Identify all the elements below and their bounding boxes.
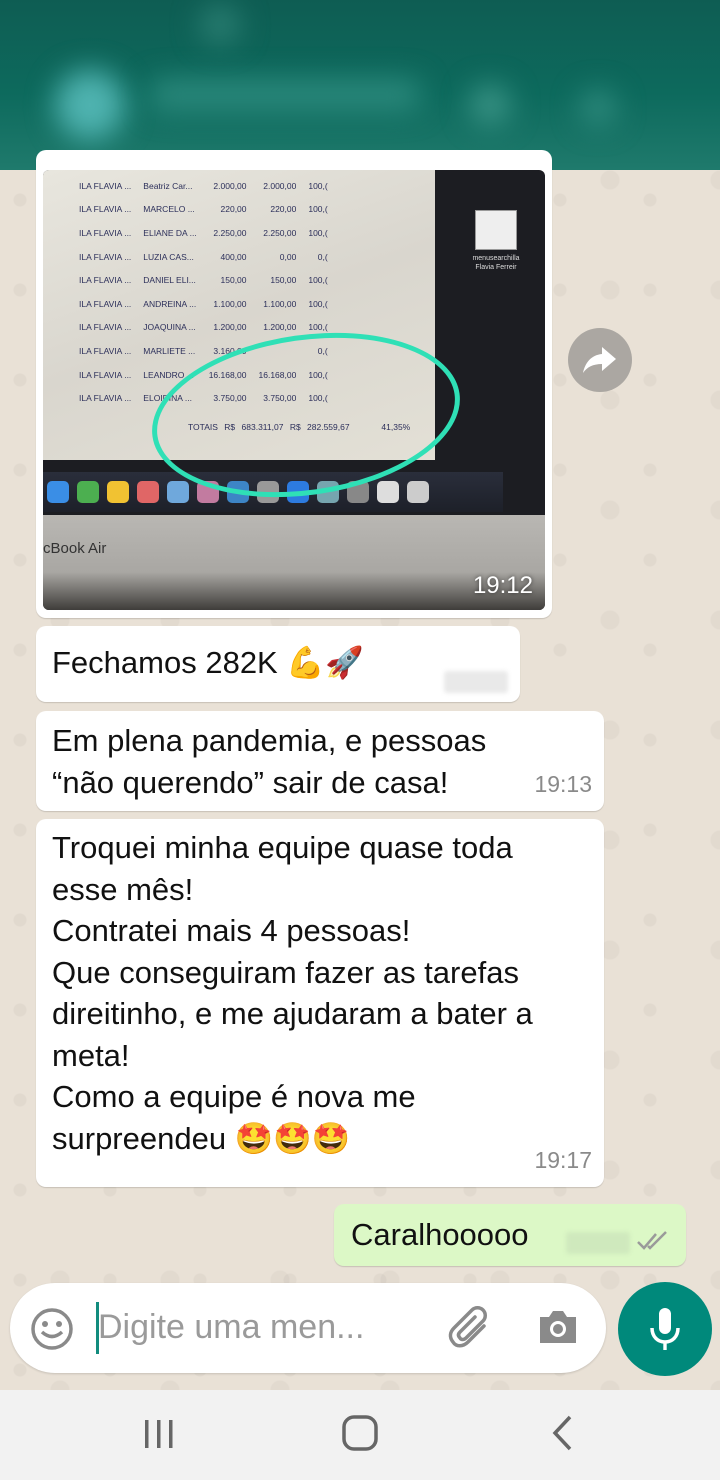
message-line: Troquei minha equipe quase toda (52, 830, 513, 865)
spreadsheet-cell: ELIANE DA ... (143, 227, 197, 238)
message-time: 19:12 (472, 572, 533, 599)
message-line: esse mês! (52, 871, 194, 907)
home-icon[interactable] (341, 1414, 379, 1452)
message-line: Como a equipe é nova me (52, 1079, 416, 1114)
spreadsheet-row: ILA FLAVIA ... LUZIA CAS... 400,00 0,00 0,( (73, 245, 334, 269)
spreadsheet-row: ILA FLAVIA ... ELIANE DA ... 2.250,00 2.250… (73, 221, 334, 245)
spreadsheet-cell: 100,( (308, 180, 328, 191)
message-time: 19:13 (534, 770, 592, 797)
spreadsheet-row: ILA FLAVIA ... ANDREINA ... 1.100,00 1.100,… (73, 292, 334, 316)
spreadsheet-cell: 1.200,00 (213, 322, 247, 333)
spreadsheet-cell: 1.100,00 (213, 298, 247, 309)
video-call-icon[interactable] (470, 85, 510, 125)
message-line: surpreendeu 🤩🤩🤩 (52, 1120, 351, 1156)
spreadsheet-cell: ILA FLAVIA ... (79, 393, 132, 404)
spreadsheet-cell: MARLIETE ... (143, 345, 196, 356)
spreadsheet-cell: 0,( (317, 251, 328, 262)
spreadsheet-cell: LUZIA CAS... (143, 251, 194, 262)
image-message[interactable]: ILA FLAVIA ... Beatriz Car... 2.000,00 2.00… (36, 150, 552, 618)
spreadsheet-cell: 100,( (308, 298, 328, 309)
spreadsheet-cell: ILA FLAVIA ... (79, 227, 132, 238)
recents-icon[interactable] (142, 1417, 176, 1451)
message-time: 19:17 (534, 1146, 592, 1173)
spreadsheet-cell: ILA FLAVIA ... (79, 298, 132, 309)
desktop-file-label: menusearchilla Flavia Ferreir (472, 255, 520, 271)
spreadsheet-cell: MARCELO ... (143, 204, 195, 215)
message-line: meta! (52, 1037, 130, 1073)
message-bubble[interactable]: Em plena pandemia, e pessoas “não queren… (36, 711, 604, 811)
message-bubble[interactable]: Troquei minha equipe quase toda esse mês… (36, 819, 604, 1187)
spreadsheet-cell: ILA FLAVIA ... (79, 322, 132, 333)
desktop-file-icon (475, 210, 517, 250)
message-text: Fechamos 282K 💪🚀 (52, 645, 364, 680)
system-navigation-bar (0, 1390, 720, 1480)
spreadsheet-photo[interactable]: ILA FLAVIA ... Beatriz Car... 2.000,00 2.00… (43, 170, 545, 610)
spreadsheet-row: ILA FLAVIA ... DANIEL ELI... 150,00 150,00 1… (73, 268, 334, 292)
message-bubble[interactable]: Fechamos 282K 💪🚀 (36, 626, 520, 702)
camera-icon[interactable] (536, 1307, 580, 1347)
spreadsheet-cell: ILA FLAVIA ... (79, 204, 132, 215)
app-bar-blurred (0, 0, 720, 170)
forward-icon (583, 347, 616, 373)
spreadsheet-row: ILA FLAVIA ... Beatriz Car... 2.000,00 2.00… (73, 174, 334, 198)
spreadsheet-cell: 100,( (308, 275, 328, 286)
spreadsheet-cell: JOAQUINA ... (143, 322, 196, 333)
spreadsheet-cell: 220,00 (270, 204, 297, 215)
spreadsheet-cell: 2.250,00 (213, 227, 247, 238)
spreadsheet-cell: 2.250,00 (263, 227, 297, 238)
spreadsheet-cell: ILA FLAVIA ... (79, 369, 132, 380)
message-time-hidden (566, 1232, 630, 1254)
mic-icon (650, 1308, 680, 1350)
forward-button[interactable] (568, 328, 632, 392)
message-line: Que conseguiram fazer as tarefas (52, 954, 519, 990)
voice-message-button[interactable] (618, 1282, 712, 1376)
spreadsheet-cell: 220,00 (220, 204, 247, 215)
laptop-bezel (43, 515, 545, 610)
message-line: Em plena pandemia, e pessoas (52, 723, 487, 758)
spreadsheet-cell: ILA FLAVIA ... (79, 345, 132, 356)
spreadsheet-cell: ILA FLAVIA ... (79, 180, 132, 191)
spreadsheet-cell: Beatriz Car... (143, 180, 193, 191)
message-input[interactable]: Digite uma men... (98, 1308, 364, 1347)
back-icon[interactable] (548, 1414, 576, 1452)
paperclip-icon[interactable] (448, 1306, 494, 1352)
spreadsheet-cell: 150,00 (220, 275, 247, 286)
spreadsheet-cell: ANDREINA ... (143, 298, 197, 309)
laptop-brand: cBook Air (43, 540, 107, 557)
spreadsheet-cell: ILA FLAVIA ... (79, 251, 132, 262)
message-time-hidden (444, 671, 508, 693)
spreadsheet-cell: 150,00 (270, 275, 297, 286)
spreadsheet-cell: 100,( (308, 227, 328, 238)
contact-avatar[interactable] (55, 70, 125, 140)
message-line: Contratei mais 4 pessoas! (52, 913, 411, 948)
emoji-icon[interactable] (30, 1307, 74, 1351)
spreadsheet-row: ILA FLAVIA ... MARCELO ... 220,00 220,00 100… (73, 198, 334, 222)
spreadsheet-cell: 100,( (308, 204, 328, 215)
spreadsheet-cell: ILA FLAVIA ... (79, 275, 132, 286)
message-text: Caralhooooo (351, 1217, 529, 1252)
spreadsheet-cell: DANIEL ELI... (143, 275, 196, 286)
spreadsheet-cell: 0,00 (279, 251, 297, 262)
message-line: direitinho, e me ajudaram a bater a (52, 996, 533, 1031)
contact-name-blurred[interactable] (150, 80, 420, 110)
spreadsheet-cell: 400,00 (220, 251, 247, 262)
phone-call-icon[interactable] (580, 90, 616, 126)
spreadsheet-cell: 1.100,00 (263, 298, 297, 309)
double-check-icon (637, 1231, 667, 1250)
spreadsheet-cell: 2.000,00 (263, 180, 297, 191)
outgoing-message-bubble[interactable]: Caralhooooo (334, 1204, 686, 1266)
spreadsheet-cell: 2.000,00 (213, 180, 247, 191)
message-line: “não querendo” sair de casa! (52, 764, 449, 800)
